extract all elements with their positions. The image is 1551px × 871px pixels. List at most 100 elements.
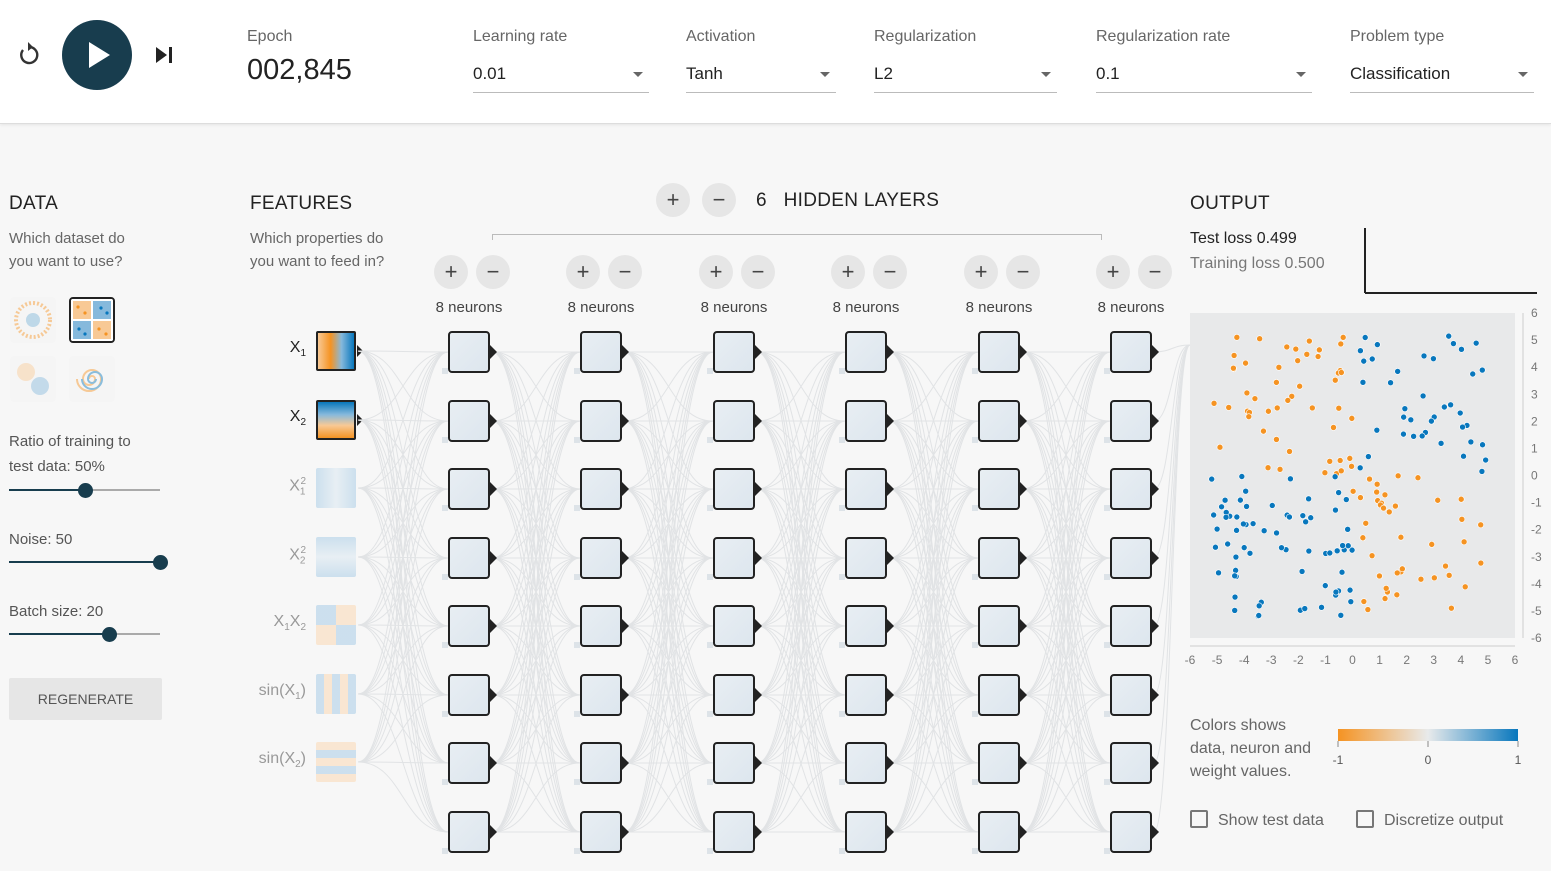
- neuron[interactable]: [442, 468, 497, 511]
- neuron-bias: [972, 848, 978, 854]
- neuron-output-arrow: [1152, 482, 1159, 496]
- neuron[interactable]: [707, 400, 762, 443]
- neuron[interactable]: [839, 674, 894, 717]
- data-point: [1314, 353, 1322, 360]
- checkbox-icon[interactable]: [1356, 810, 1374, 828]
- neuron[interactable]: [574, 331, 629, 374]
- data-point: [1336, 457, 1344, 464]
- neuron[interactable]: [442, 674, 497, 717]
- neuron[interactable]: [1104, 742, 1159, 785]
- remove-neuron-button[interactable]: −: [741, 255, 775, 289]
- neuron[interactable]: [707, 811, 762, 854]
- discretize-output-label: Discretize output: [1384, 812, 1504, 829]
- neuron[interactable]: [574, 400, 629, 443]
- neuron[interactable]: [442, 537, 497, 580]
- data-point: [1268, 502, 1276, 509]
- neuron[interactable]: [442, 400, 497, 443]
- add-neuron-button[interactable]: +: [964, 255, 998, 289]
- data-point: [1298, 568, 1306, 575]
- remove-neuron-button[interactable]: −: [1138, 255, 1172, 289]
- neuron-bias: [1104, 574, 1110, 580]
- data-point: [1420, 352, 1428, 360]
- neuron[interactable]: [839, 742, 894, 785]
- neuron[interactable]: [1104, 537, 1159, 580]
- remove-neuron-button[interactable]: −: [1006, 255, 1040, 289]
- discretize-output-checkbox[interactable]: Discretize output: [1356, 810, 1503, 830]
- output-title: OUTPUT: [1190, 193, 1270, 214]
- data-point: [1479, 441, 1486, 449]
- legend-mid: 0: [1425, 753, 1432, 767]
- data-point: [1434, 496, 1442, 504]
- neuron[interactable]: [707, 331, 762, 374]
- neuron[interactable]: [707, 468, 762, 511]
- neuron[interactable]: [972, 400, 1027, 443]
- neuron[interactable]: [1104, 468, 1159, 511]
- neuron[interactable]: [839, 468, 894, 511]
- neuron[interactable]: [574, 468, 629, 511]
- remove-neuron-button[interactable]: −: [873, 255, 907, 289]
- neuron-output-arrow: [1152, 688, 1159, 702]
- data-point: [1231, 572, 1238, 580]
- add-neuron-button[interactable]: +: [434, 255, 468, 289]
- neuron[interactable]: [442, 742, 497, 785]
- add-neuron-button[interactable]: +: [831, 255, 865, 289]
- neuron-bias: [707, 437, 713, 443]
- loss-curve-chart: [1364, 228, 1537, 294]
- data-point: [1366, 475, 1373, 483]
- neuron[interactable]: [574, 742, 629, 785]
- data-point: [1260, 527, 1268, 534]
- neuron-output-arrow: [490, 825, 497, 839]
- neuron-bias: [972, 437, 978, 443]
- data-point: [1284, 397, 1292, 404]
- neuron[interactable]: [442, 811, 497, 854]
- data-point: [1255, 612, 1263, 619]
- neuron[interactable]: [972, 605, 1027, 648]
- neuron[interactable]: [972, 537, 1027, 580]
- data-point: [1233, 527, 1240, 534]
- add-neuron-button[interactable]: +: [699, 255, 733, 289]
- data-point: [1337, 611, 1345, 619]
- show-test-data-checkbox[interactable]: Show test data: [1190, 810, 1324, 830]
- remove-neuron-button[interactable]: −: [608, 255, 642, 289]
- neuron[interactable]: [1104, 811, 1159, 854]
- neuron[interactable]: [574, 811, 629, 854]
- add-neuron-button[interactable]: +: [566, 255, 600, 289]
- neuron[interactable]: [839, 400, 894, 443]
- neuron[interactable]: [839, 811, 894, 854]
- neuron[interactable]: [1104, 674, 1159, 717]
- neuron[interactable]: [972, 674, 1027, 717]
- remove-layer-button[interactable]: −: [702, 183, 736, 217]
- neuron-output-arrow: [1020, 551, 1027, 565]
- data-point: [1339, 334, 1347, 341]
- y-tick-label: 6: [1531, 306, 1538, 320]
- neuron[interactable]: [972, 811, 1027, 854]
- neuron[interactable]: [707, 537, 762, 580]
- neuron[interactable]: [574, 537, 629, 580]
- neuron[interactable]: [574, 605, 629, 648]
- neuron[interactable]: [839, 605, 894, 648]
- weight-link: [491, 351, 581, 833]
- y-tick-label: -4: [1531, 577, 1542, 591]
- neuron[interactable]: [442, 331, 497, 374]
- neuron[interactable]: [707, 605, 762, 648]
- weight-link: [623, 488, 714, 833]
- y-tick-label: 0: [1531, 469, 1538, 483]
- neuron[interactable]: [839, 331, 894, 374]
- neuron[interactable]: [707, 674, 762, 717]
- neuron[interactable]: [1104, 400, 1159, 443]
- neuron[interactable]: [972, 468, 1027, 511]
- add-layer-button[interactable]: +: [656, 183, 690, 217]
- neuron[interactable]: [1104, 605, 1159, 648]
- neuron[interactable]: [972, 331, 1027, 374]
- neuron[interactable]: [574, 674, 629, 717]
- neuron[interactable]: [1104, 331, 1159, 374]
- neuron-bias: [707, 711, 713, 717]
- neuron[interactable]: [839, 537, 894, 580]
- remove-neuron-button[interactable]: −: [476, 255, 510, 289]
- neuron[interactable]: [972, 742, 1027, 785]
- neuron[interactable]: [442, 605, 497, 648]
- neuron[interactable]: [707, 742, 762, 785]
- add-neuron-button[interactable]: +: [1096, 255, 1130, 289]
- checkbox-icon[interactable]: [1190, 810, 1208, 828]
- data-point: [1240, 520, 1247, 528]
